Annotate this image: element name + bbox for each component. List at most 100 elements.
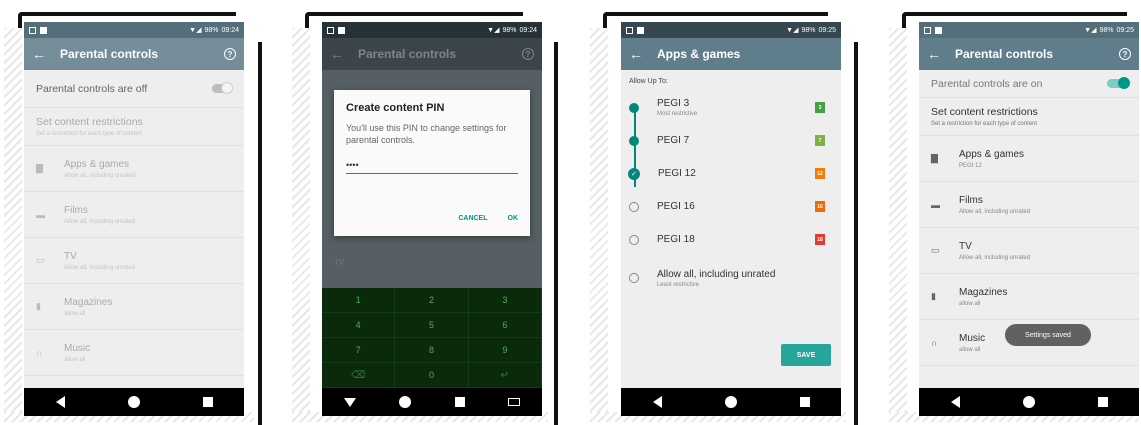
cancel-button[interactable]: CANCEL xyxy=(458,215,487,222)
radio-unselected[interactable] xyxy=(629,273,639,283)
back-arrow-icon: ← xyxy=(330,46,344,62)
wifi-icon: ▼◢ xyxy=(487,27,500,34)
dialog-body: You'll use this PIN to change settings f… xyxy=(346,123,507,145)
parental-controls-toggle-row[interactable]: Parental controls are off xyxy=(24,70,244,108)
list-item-films[interactable]: ▬ Films Allow all, including unrated xyxy=(24,192,244,238)
ok-button[interactable]: OK xyxy=(508,215,519,222)
radio-unselected[interactable] xyxy=(629,201,639,212)
rating-name: Allow all, including unrated xyxy=(657,268,776,280)
check-icon[interactable]: ✓ xyxy=(628,167,640,180)
phone-screen-parental-off: ▼◢ 98% 09:24 ← Parental controls ? Parenta… xyxy=(24,22,244,416)
back-arrow-icon[interactable]: ← xyxy=(32,46,60,62)
frame-top-line xyxy=(18,12,236,16)
page-title: Apps & games xyxy=(657,47,741,61)
phone-screen-apps-games: ▼◢ 98% 09:25 ← Apps & games Allow Up To: P… xyxy=(621,22,841,416)
battery-level: 98% xyxy=(1099,26,1114,34)
back-arrow-icon[interactable]: ← xyxy=(629,46,657,62)
item-label: Magazines xyxy=(959,286,1008,298)
nav-back-icon[interactable] xyxy=(55,396,65,408)
clock: 09:24 xyxy=(221,26,239,34)
nav-home-icon[interactable] xyxy=(127,396,140,408)
hatch-decoration xyxy=(4,28,22,418)
notification-icon xyxy=(924,26,931,34)
rating-option-pegi-7[interactable]: PEGI 7 7 xyxy=(621,124,841,157)
rating-option-allow-all[interactable]: Allow all, including unrated Least restri… xyxy=(621,256,841,300)
book-icon: ▮ xyxy=(931,291,936,301)
key-5[interactable]: 5 xyxy=(395,313,469,338)
notification-icon xyxy=(626,26,633,34)
item-label: Music xyxy=(64,342,91,354)
key-4[interactable]: 4 xyxy=(322,313,396,338)
parental-controls-toggle-row[interactable]: Parental controls are on xyxy=(919,70,1139,98)
list-item-magazines[interactable]: ▮ Magazines allow all xyxy=(24,284,244,330)
image-icon xyxy=(40,26,47,34)
tv-icon: ▭ xyxy=(931,245,940,255)
section-title: Set content restrictions xyxy=(931,106,1038,118)
item-sub: allow all xyxy=(959,346,981,353)
status-bar: ▼◢ 98% 09:24 xyxy=(322,22,542,38)
key-3[interactable]: 3 xyxy=(468,288,542,313)
nav-home-icon[interactable] xyxy=(1022,396,1035,408)
item-sub: Allow all, including unrated xyxy=(64,218,136,225)
nav-recents-icon[interactable] xyxy=(799,397,810,407)
key-6[interactable]: 6 xyxy=(468,313,542,338)
help-icon: ? xyxy=(522,48,534,60)
rating-option-pegi-3[interactable]: PEGI 3 Most restrictive 3 xyxy=(621,91,841,124)
rating-sub: Least restrictive xyxy=(657,281,700,288)
key-0[interactable]: 0 xyxy=(395,363,469,388)
nav-recents-icon[interactable] xyxy=(1097,397,1108,407)
nav-home-icon[interactable] xyxy=(399,396,412,408)
save-button[interactable]: SAVE xyxy=(781,344,831,366)
rating-option-pegi-12[interactable]: ✓ PEGI 12 12 xyxy=(621,157,841,190)
list-item-magazines[interactable]: ▮ Magazines allow all xyxy=(919,274,1139,320)
radio-unselected[interactable] xyxy=(629,234,639,245)
nav-recents-icon[interactable] xyxy=(454,397,465,407)
rating-list: PEGI 3 Most restrictive 3 PEGI 7 7 ✓ PEGI… xyxy=(621,91,841,300)
item-sub: Allow all, including unrated xyxy=(959,208,1031,215)
help-icon[interactable]: ? xyxy=(224,48,236,60)
nav-recents-icon[interactable] xyxy=(202,397,213,407)
list-item-tv[interactable]: ▭ TV Allow all, including unrated xyxy=(919,228,1139,274)
frame-right-line xyxy=(258,42,262,425)
rating-option-pegi-18[interactable]: PEGI 18 18 xyxy=(621,223,841,256)
list-item-films[interactable]: ▬ Films Allow all, including unrated xyxy=(919,182,1139,228)
pin-input[interactable]: •••• xyxy=(346,160,518,174)
item-sub: Allow all, including unrated xyxy=(64,264,136,271)
enter-key-icon[interactable]: ↵ xyxy=(468,363,542,388)
back-arrow-icon[interactable]: ← xyxy=(927,46,955,62)
nav-back-icon[interactable] xyxy=(652,396,662,408)
parental-controls-toggle[interactable] xyxy=(212,82,233,94)
list-item-apps-games[interactable]: ▇ Apps & games Allow all, including unrate… xyxy=(24,146,244,192)
phone-screen-parental-on: ▼◢ 98% 09:25 ← Parental controls ? Parenta… xyxy=(919,22,1139,416)
list-item-music[interactable]: ∩ Music allow all xyxy=(24,330,244,376)
key-2[interactable]: 2 xyxy=(395,288,469,313)
backspace-key-icon[interactable]: ⌫ xyxy=(322,363,396,388)
clock: 09:25 xyxy=(818,26,836,34)
radio-selected[interactable] xyxy=(629,135,639,146)
item-label: Films xyxy=(64,204,88,216)
pegi-badge-icon: 3 xyxy=(815,102,825,113)
nav-hide-keyboard-icon[interactable] xyxy=(343,397,356,407)
frame-top-line xyxy=(305,12,523,16)
radio-selected[interactable] xyxy=(629,102,639,113)
list-item-tv[interactable]: ▭ TV Allow all, including unrated xyxy=(24,238,244,284)
nav-back-icon[interactable] xyxy=(950,396,960,408)
parental-controls-toggle[interactable] xyxy=(1107,77,1130,89)
key-9[interactable]: 9 xyxy=(468,338,542,363)
item-label: TV xyxy=(64,250,77,262)
help-icon[interactable]: ? xyxy=(1119,48,1131,60)
headphones-icon: ∩ xyxy=(36,347,43,358)
key-7[interactable]: 7 xyxy=(322,338,396,363)
page-title: Parental controls xyxy=(60,47,159,61)
rating-option-pegi-16[interactable]: PEGI 16 16 xyxy=(621,190,841,223)
nav-home-icon[interactable] xyxy=(724,396,737,408)
film-icon: ▬ xyxy=(931,199,940,210)
key-1[interactable]: 1 xyxy=(322,288,396,313)
item-label: TV xyxy=(959,240,972,252)
list-item-apps-games[interactable]: ▇ Apps & games PEGI 12 xyxy=(919,136,1139,182)
image-icon xyxy=(338,26,345,34)
keyboard-icon[interactable] xyxy=(508,398,521,406)
item-label: Music xyxy=(959,332,986,344)
notification-icon xyxy=(29,26,36,34)
key-8[interactable]: 8 xyxy=(395,338,469,363)
